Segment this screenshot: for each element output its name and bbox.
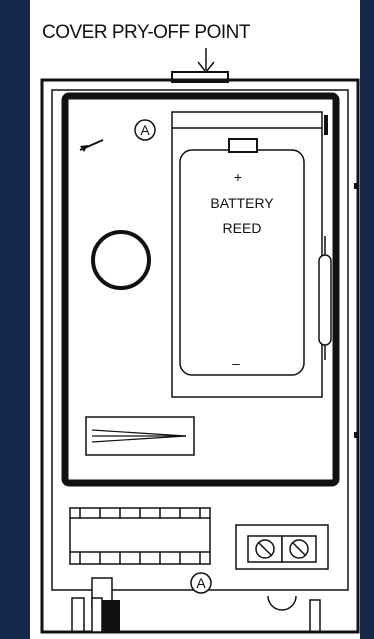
- screw-right: [289, 539, 309, 559]
- screw-left: [255, 539, 275, 559]
- battery-label-line2: REED: [223, 220, 262, 236]
- battery-terminal: [228, 138, 258, 153]
- pry-arrow: [197, 48, 215, 74]
- marker-a-top: A: [79, 119, 156, 152]
- bottom-latch-right: [309, 599, 321, 632]
- holder-right-edge: [324, 115, 328, 135]
- sensor-diagram: A + BATTERY REED – A: [40, 48, 360, 634]
- terminal-block: [235, 524, 329, 570]
- battery-plus-label: +: [234, 169, 242, 185]
- marker-a-top-label: A: [140, 122, 150, 138]
- side-tab-bottom: [354, 432, 359, 438]
- pin-header: [69, 507, 211, 565]
- marker-a-bottom: A: [190, 572, 212, 594]
- tamper-slot: [85, 416, 195, 456]
- reed-switch: [318, 254, 332, 346]
- battery-minus-label: –: [232, 355, 240, 371]
- bottom-arc: [267, 595, 297, 611]
- side-tab-top: [354, 183, 359, 189]
- marker-a-bottom-label: A: [196, 575, 206, 591]
- bottom-latch-left: [71, 577, 120, 633]
- magnet-circle: [91, 230, 151, 290]
- battery-label-line1: BATTERY: [210, 195, 274, 211]
